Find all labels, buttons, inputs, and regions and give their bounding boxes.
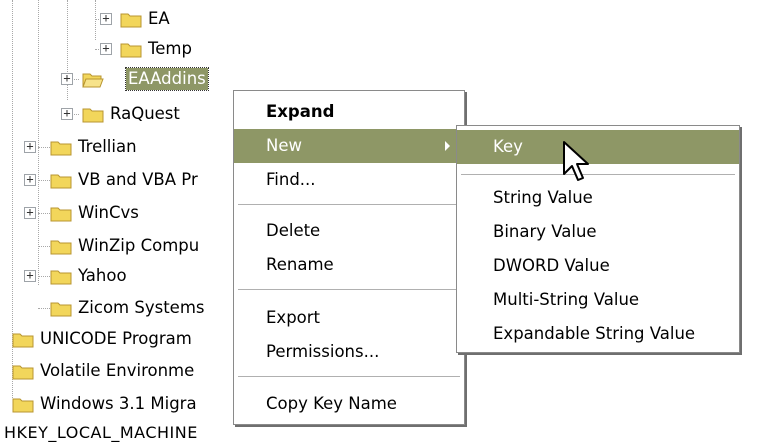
new-submenu: Key String Value Binary Value DWORD Valu…: [456, 125, 740, 353]
menu-separator: [238, 204, 460, 206]
folder-icon: [12, 333, 34, 348]
menu-separator: [238, 376, 460, 378]
folder-icon: [12, 398, 34, 413]
submenu-item-dword-value[interactable]: DWORD Value: [457, 249, 739, 283]
menu-item-expand[interactable]: Expand: [234, 95, 464, 129]
folder-icon: [120, 43, 142, 58]
menu-item-delete[interactable]: Delete: [234, 214, 464, 248]
submenu-arrow-icon: [445, 141, 450, 151]
folder-icon: [50, 270, 72, 285]
folder-icon: [50, 141, 72, 156]
expand-icon[interactable]: +: [100, 42, 112, 55]
submenu-item-multi-string-value[interactable]: Multi-String Value: [457, 283, 739, 317]
folder-icon: [12, 365, 34, 380]
tree-item-label: Volatile Environme: [40, 361, 195, 380]
tree-item-label: Zicom Systems: [78, 298, 205, 317]
menu-item-label: New: [266, 136, 302, 155]
tree-item-label: EA: [148, 9, 170, 28]
tree-item-ea[interactable]: + EA: [0, 5, 300, 35]
menu-item-permissions[interactable]: Permissions...: [234, 335, 464, 369]
menu-item-copy-key-name[interactable]: Copy Key Name: [234, 387, 464, 421]
expand-icon[interactable]: +: [61, 107, 73, 120]
expand-icon[interactable]: +: [61, 72, 73, 85]
tree-item-temp[interactable]: + Temp: [0, 35, 300, 65]
mouse-cursor-icon: [563, 141, 589, 181]
folder-icon: [50, 240, 72, 255]
tree-item-label: EAAddins: [125, 67, 209, 91]
root-key-label: HKEY_LOCAL_MACHINE: [4, 423, 198, 442]
submenu-item-binary-value[interactable]: Binary Value: [457, 215, 739, 249]
folder-icon: [50, 302, 72, 317]
menu-separator: [238, 289, 460, 291]
tree-item-label: RaQuest: [110, 104, 180, 123]
folder-icon: [50, 207, 72, 222]
folder-open-icon: [82, 73, 104, 88]
tree-item-label: WinZip Compu: [78, 236, 200, 255]
menu-item-new[interactable]: New: [234, 129, 464, 163]
expand-icon[interactable]: +: [24, 206, 36, 219]
expand-icon[interactable]: +: [100, 12, 112, 25]
tree-item-label: VB and VBA Pr: [78, 170, 198, 189]
context-menu: Expand New Find... Delete Rename Export …: [233, 90, 465, 425]
expand-icon[interactable]: +: [24, 140, 36, 153]
tree-item-label: UNICODE Program: [40, 329, 192, 348]
menu-item-find[interactable]: Find...: [234, 163, 464, 197]
tree-item-label: Yahoo: [78, 266, 127, 285]
expand-icon[interactable]: +: [24, 173, 36, 186]
folder-icon: [50, 174, 72, 189]
submenu-item-string-value[interactable]: String Value: [457, 181, 739, 215]
tree-item-label: Trellian: [78, 137, 137, 156]
folder-icon: [120, 13, 142, 28]
menu-separator: [461, 174, 735, 176]
menu-item-rename[interactable]: Rename: [234, 248, 464, 282]
submenu-item-key[interactable]: Key: [457, 130, 739, 164]
folder-icon: [82, 108, 104, 123]
tree-item-label: Temp: [148, 39, 192, 58]
tree-item-label: WinCvs: [78, 203, 139, 222]
expand-icon[interactable]: +: [24, 269, 36, 282]
tree-item-label: Windows 3.1 Migra: [40, 394, 197, 413]
submenu-item-expandable-string-value[interactable]: Expandable String Value: [457, 317, 739, 351]
menu-item-export[interactable]: Export: [234, 301, 464, 335]
